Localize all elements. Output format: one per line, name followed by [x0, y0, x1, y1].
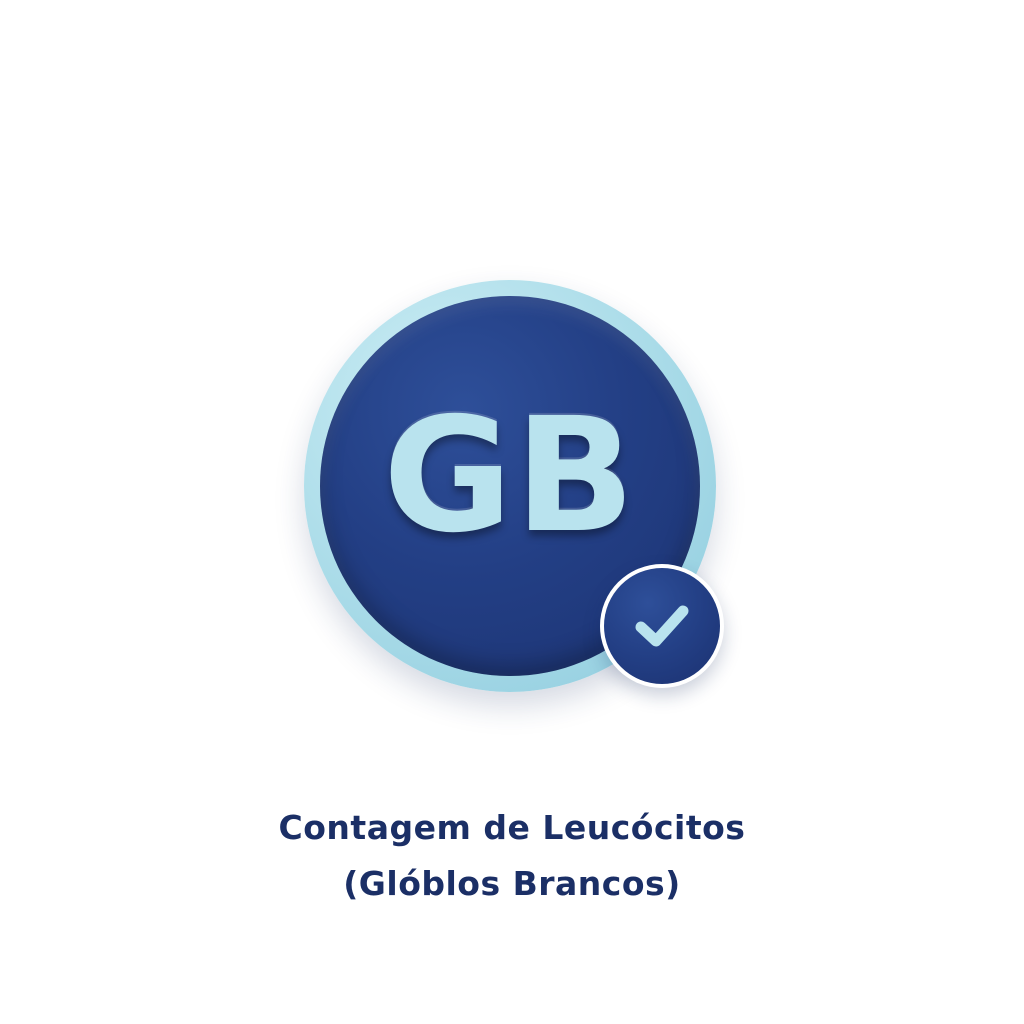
- check-badge: [600, 564, 724, 688]
- caption-line-1: Contagem de Leucócitos: [278, 808, 746, 847]
- caption: Contagem de Leucócitos (Glóblos Brancos): [0, 800, 1024, 912]
- caption-line-2: (Glóblos Brancos): [343, 864, 681, 903]
- check-badge-disk: [604, 568, 720, 684]
- page: GB Contagem de Leucócitos (Glóblos Branc…: [0, 0, 1024, 1024]
- check-icon: [635, 605, 689, 647]
